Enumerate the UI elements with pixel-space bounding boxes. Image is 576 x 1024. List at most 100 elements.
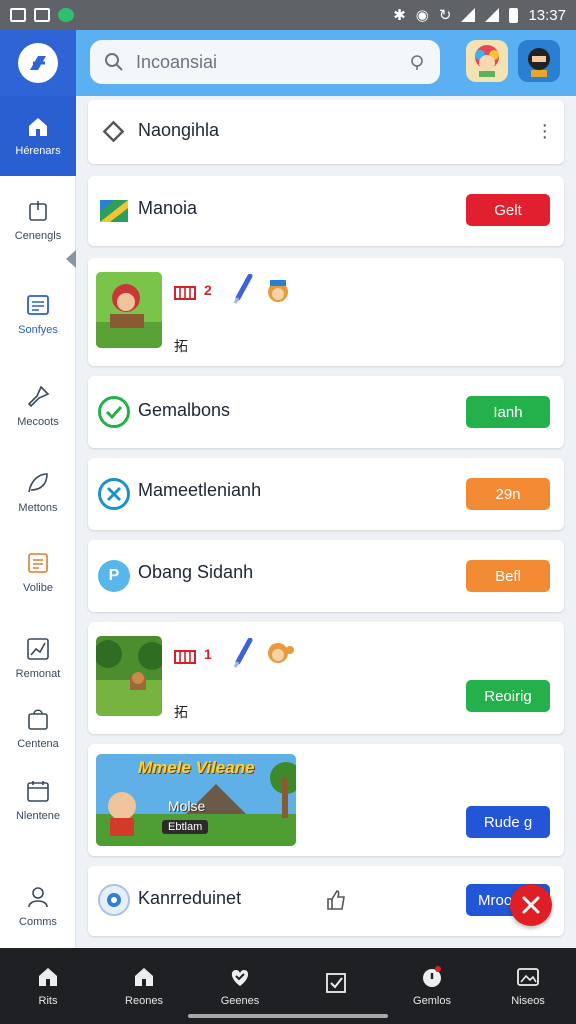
list-item-title: Gemalbons — [138, 400, 231, 420]
list-item-title: Mameetlenianh — [138, 480, 262, 500]
app-icon — [100, 200, 128, 222]
rail-item-4[interactable]: Mettons — [0, 470, 76, 514]
rail-item-home[interactable]: Hérenars — [0, 96, 76, 176]
badge-count: 1 — [204, 646, 212, 662]
list-item-4[interactable]: Gemalbons Ianh — [88, 376, 564, 448]
play-button[interactable]: Rude g — [466, 806, 550, 838]
nav-item-geenes[interactable]: Geenes — [192, 948, 288, 1024]
list-item-title: Kanrreduinet — [138, 888, 242, 908]
nav-label: Niseos — [511, 995, 545, 1007]
home-icon — [135, 968, 153, 986]
get-button[interactable]: Gelt — [466, 194, 550, 226]
install-button[interactable]: Ianh — [466, 396, 550, 428]
more-options-icon[interactable]: · · · — [541, 115, 548, 147]
home-icon — [29, 118, 47, 136]
heart-icon — [231, 970, 249, 986]
rail-item-label: Comms — [19, 916, 57, 928]
list-item-8[interactable]: Mmele Vileane Molse Ebtlam Rude g — [88, 744, 564, 856]
gallery-notification-icon — [10, 8, 26, 22]
alarm-icon: ◉ — [415, 7, 429, 24]
list-item-title: Manoia — [138, 198, 198, 218]
nav-item-rits[interactable]: Rits — [0, 948, 96, 1024]
thumbs-up-icon[interactable] — [324, 888, 348, 912]
list-item-1[interactable]: Naongihla · · · — [88, 100, 564, 164]
buy-button[interactable]: Befl — [466, 560, 550, 592]
monkey-icon — [268, 280, 288, 302]
bottom-navigation: Rits Reones Geenes Gemlos Niseos — [0, 948, 576, 1024]
banner-subtitle: Molse — [168, 798, 206, 814]
banner-title: Mmele Vileane — [138, 758, 255, 777]
list-item-2[interactable]: Manoia Gelt — [88, 176, 564, 246]
brush-icon — [233, 638, 253, 668]
nav-item-niseos[interactable]: Niseos — [480, 948, 576, 1024]
pin-icon — [27, 385, 50, 408]
gesture-bar[interactable] — [188, 1014, 388, 1018]
forest-scene-icon — [96, 636, 162, 716]
nav-item-gemlos[interactable]: Gemlos — [384, 948, 480, 1024]
collapse-handle[interactable] — [66, 250, 76, 268]
rail-item-9[interactable]: Comms — [0, 884, 76, 928]
rail-item-label: Cenengls — [14, 230, 62, 242]
list-item-6[interactable]: P Obang Sidanh Befl — [88, 540, 564, 612]
brush-icon — [233, 274, 253, 304]
avatar[interactable] — [466, 40, 508, 82]
nav-label: Geenes — [220, 995, 260, 1007]
list-item-subtext: 拓 — [174, 704, 188, 720]
rail-item-label: Volibe — [23, 582, 53, 594]
bell-icon — [423, 966, 441, 987]
rail-item-7[interactable]: Centena — [0, 706, 76, 750]
status-bar: ✱ ◉ ↻ 13:37 — [0, 0, 576, 30]
app-header: Incoansiai — [76, 30, 576, 96]
character-image-icon — [96, 272, 162, 348]
monkey-icon — [268, 643, 294, 663]
close-fab[interactable] — [510, 884, 552, 926]
game-thumbnail[interactable] — [96, 272, 162, 348]
rail-item-label: Nlentene — [15, 810, 61, 822]
bluetooth-icon: ✱ — [393, 7, 406, 24]
app-badge-icon — [98, 884, 130, 916]
rail-item-3[interactable]: Mecoots — [0, 384, 76, 428]
bag-icon — [28, 709, 48, 730]
game-thumbnail[interactable] — [96, 636, 162, 716]
nav-item-tasks[interactable] — [288, 948, 384, 1024]
list-item-title: Obang Sidanh — [138, 562, 254, 582]
rail-item-label: Sonfyes — [18, 324, 58, 336]
price-button[interactable]: 29n — [466, 478, 550, 510]
list-item-7[interactable]: 1 拓 Reoirig — [88, 622, 564, 734]
p-badge-icon: P — [98, 560, 130, 592]
user-icon — [28, 887, 48, 908]
character-avatar-icon — [475, 45, 499, 77]
doc-icon — [29, 201, 47, 221]
rail-item-1[interactable]: Cenengls — [0, 198, 76, 242]
cross-badge-icon — [98, 478, 130, 510]
chart-icon — [27, 638, 49, 660]
list-item-title: Naongihla — [138, 120, 220, 140]
search-icon — [105, 53, 123, 71]
rail-item-6[interactable]: Remonat — [0, 636, 76, 680]
rail-item-5[interactable]: Volibe — [0, 550, 76, 594]
ninja-avatar-icon — [528, 48, 550, 77]
image-notification-icon — [34, 8, 50, 22]
banner-caption: Ebtlam — [162, 820, 209, 834]
check-icon — [326, 973, 346, 993]
rail-item-label: Mettons — [18, 502, 58, 514]
list-item-9[interactable]: Kanrreduinet Mroo — [88, 866, 564, 936]
calendar-icon — [27, 781, 49, 802]
voice-search-icon[interactable] — [408, 53, 426, 71]
image-icon — [517, 968, 539, 986]
close-icon — [522, 896, 540, 914]
game-banner[interactable]: Mmele Vileane Molse Ebtlam — [96, 754, 296, 846]
list-item-3[interactable]: 2 拓 — [88, 258, 564, 366]
nav-item-reones[interactable]: Reones — [96, 948, 192, 1024]
list-item-5[interactable]: Mameetlenianh 29n — [88, 458, 564, 530]
rail-item-8[interactable]: Nlentene — [0, 778, 76, 822]
rating-button[interactable]: Reoirig — [466, 680, 550, 712]
diamond-icon — [102, 120, 125, 143]
wifi-icon — [461, 8, 476, 22]
profile-avatar[interactable] — [518, 40, 560, 82]
rail-item-2[interactable]: Sonfyes — [0, 292, 76, 336]
search-input[interactable]: Incoansiai — [136, 52, 217, 73]
app-logo[interactable] — [0, 30, 76, 96]
search-bar[interactable]: Incoansiai — [90, 40, 440, 84]
list-icon — [27, 295, 49, 315]
